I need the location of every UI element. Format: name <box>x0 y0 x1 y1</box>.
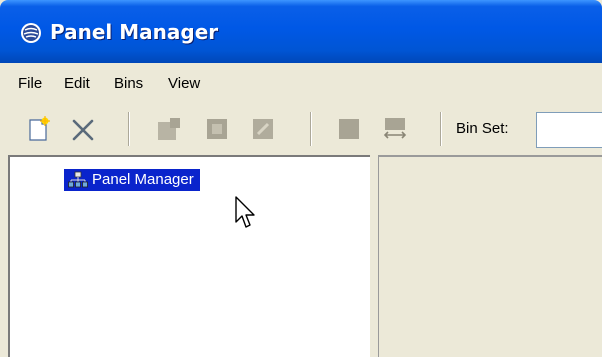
app-window: Panel Manager File Edit Bins View Bin Se… <box>0 0 602 357</box>
mouse-cursor-icon <box>235 196 255 228</box>
network-tree-icon <box>68 171 88 188</box>
tree-node-label: Panel Manager <box>92 171 194 188</box>
bin-icon[interactable] <box>204 116 230 142</box>
window-title: Panel Manager <box>50 20 219 44</box>
tree-panel[interactable]: Panel Manager <box>8 155 370 357</box>
toolbar-separator <box>128 112 130 146</box>
toolbar: Bin Set: <box>0 104 602 154</box>
new-icon[interactable] <box>26 116 52 142</box>
bin-set-label: Bin Set: <box>456 120 509 137</box>
menu-bins[interactable]: Bins <box>114 75 143 92</box>
bin-set-field[interactable] <box>536 112 602 148</box>
edit-bin-icon[interactable] <box>250 116 276 142</box>
menu-bar: File Edit Bins View <box>0 63 602 103</box>
menu-file[interactable]: File <box>18 75 42 92</box>
toolbar-separator <box>310 112 312 146</box>
toolbar-separator <box>440 112 442 146</box>
detail-panel <box>378 155 602 357</box>
bin-set-icon[interactable] <box>336 116 362 142</box>
add-bin-icon[interactable] <box>156 116 182 142</box>
delete-icon[interactable] <box>70 116 96 142</box>
tree-node-panel-manager[interactable]: Panel Manager <box>64 169 200 191</box>
app-globe-icon <box>21 23 41 43</box>
menu-edit[interactable]: Edit <box>64 75 90 92</box>
swap-icon[interactable] <box>382 116 408 142</box>
title-bar[interactable]: Panel Manager <box>0 0 602 63</box>
menu-view[interactable]: View <box>168 75 200 92</box>
